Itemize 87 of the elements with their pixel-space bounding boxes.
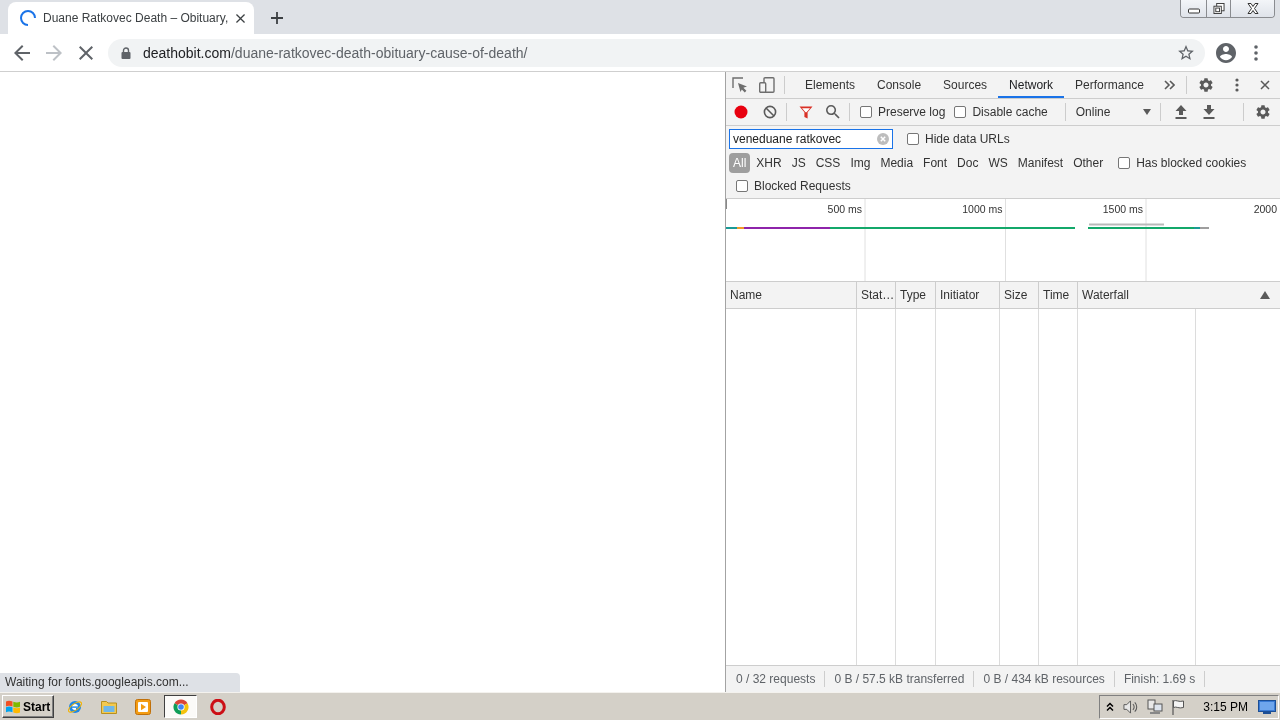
filter-field[interactable]: veneduane ratkovec bbox=[729, 129, 893, 149]
type-filter-button[interactable]: JS bbox=[787, 153, 810, 173]
restore-icon bbox=[1212, 3, 1225, 14]
checkbox-label: Preserve log bbox=[878, 105, 946, 119]
avatar-icon[interactable] bbox=[1216, 42, 1236, 63]
panel-tab[interactable]: Sources bbox=[932, 72, 999, 98]
status-bubble: Waiting for fonts.googleapis.com... bbox=[0, 673, 240, 692]
clock-text[interactable]: 3:15 PM bbox=[1203, 699, 1248, 714]
circle-logo-icon bbox=[172, 698, 189, 715]
column-header[interactable]: Waterfall bbox=[1078, 282, 1280, 308]
close-icon[interactable] bbox=[236, 13, 245, 23]
caret-icon bbox=[1142, 109, 1151, 115]
checkbox-label: Blocked Requests bbox=[754, 179, 851, 193]
network-icon[interactable] bbox=[1147, 698, 1164, 715]
settings-icon[interactable] bbox=[1256, 105, 1270, 119]
cross-icon[interactable] bbox=[79, 45, 93, 60]
type-filter-button[interactable]: Doc bbox=[953, 153, 983, 173]
speaker-icon[interactable] bbox=[1123, 698, 1140, 715]
type-filter-button[interactable]: CSS bbox=[811, 153, 845, 173]
plus-icon[interactable] bbox=[271, 12, 283, 24]
folder-icon bbox=[101, 698, 117, 715]
start-button[interactable]: Start bbox=[2, 695, 54, 718]
taskbar-button[interactable] bbox=[164, 695, 197, 718]
column-header[interactable]: Time bbox=[1039, 282, 1078, 308]
double-chevron-icon[interactable] bbox=[1106, 701, 1115, 712]
throttling-dropdown[interactable]: Online bbox=[1074, 105, 1151, 119]
type-filter-button[interactable]: WS bbox=[984, 153, 1012, 173]
play-icon bbox=[135, 698, 151, 715]
restore-button[interactable] bbox=[1207, 0, 1231, 17]
summary-text: 0 / 32 requests bbox=[727, 671, 826, 687]
checkbox[interactable] bbox=[907, 133, 919, 145]
star-icon[interactable] bbox=[1178, 45, 1194, 60]
column-header[interactable]: Name bbox=[726, 282, 857, 308]
letter-o-icon bbox=[210, 698, 226, 715]
type-filter-button[interactable]: Media bbox=[876, 153, 918, 173]
type-filter-button[interactable]: Manifest bbox=[1013, 153, 1068, 173]
monitor-icon[interactable] bbox=[1258, 699, 1276, 714]
checkbox-label: Hide data URLs bbox=[925, 132, 1010, 146]
download-icon[interactable] bbox=[1202, 105, 1215, 119]
kebab-menu-icon[interactable] bbox=[1254, 44, 1258, 61]
close-icon[interactable] bbox=[1260, 80, 1270, 90]
panel-tab[interactable]: Console bbox=[866, 72, 933, 98]
type-filter-button[interactable]: Font bbox=[919, 153, 952, 173]
tick-label: 2000 bbox=[1253, 203, 1277, 215]
summary-text: 0 B / 434 kB resources bbox=[974, 671, 1115, 687]
back-arrow-icon[interactable] bbox=[14, 44, 30, 61]
tick-label: 500 ms bbox=[827, 203, 862, 215]
address-bar[interactable]: deathobit.com/duane-ratkovec-death-obituary-cause-of-death/ bbox=[108, 38, 1205, 67]
sort-triangle-icon[interactable] bbox=[1260, 291, 1270, 299]
settings-icon[interactable] bbox=[1199, 78, 1213, 92]
close-button[interactable] bbox=[1231, 0, 1274, 17]
device-icon[interactable] bbox=[759, 77, 775, 93]
checkbox[interactable] bbox=[736, 180, 748, 192]
column-header[interactable]: Size bbox=[1000, 282, 1039, 308]
url-text: deathobit.com/duane-ratkovec-death-obituary-cause-of-death/ bbox=[143, 44, 528, 61]
close-icon bbox=[1246, 3, 1259, 14]
cursor-select-icon[interactable] bbox=[732, 77, 748, 93]
ban-icon[interactable] bbox=[763, 105, 777, 119]
lock-icon bbox=[121, 46, 131, 59]
summary-text: Finish: 1.69 s bbox=[1114, 671, 1206, 687]
type-filter-button[interactable]: XHR bbox=[752, 153, 786, 173]
summary-text: 0 B / 57.5 kB transferred bbox=[825, 671, 975, 687]
upload-icon[interactable] bbox=[1174, 105, 1187, 119]
column-header[interactable]: Stat… bbox=[857, 282, 896, 308]
checkbox[interactable] bbox=[954, 106, 967, 118]
column-header[interactable]: Initiator bbox=[936, 282, 1000, 308]
letter-e-icon bbox=[67, 698, 83, 715]
column-header[interactable]: Type bbox=[896, 282, 936, 308]
tick-label: 1500 ms bbox=[1102, 203, 1143, 215]
checkbox[interactable] bbox=[860, 106, 872, 118]
tick-label: 1000 ms bbox=[962, 203, 1003, 215]
filter-icon[interactable] bbox=[799, 105, 813, 119]
minimize-icon bbox=[1187, 8, 1200, 14]
double-chevron-icon[interactable] bbox=[1163, 80, 1175, 90]
tab-title: Duane Ratkovec Death – Obituary, bbox=[43, 11, 229, 25]
kebab-menu-icon[interactable] bbox=[1235, 78, 1239, 92]
type-filter-button[interactable]: Other bbox=[1069, 153, 1108, 173]
checkbox-label: Disable cache bbox=[972, 105, 1048, 119]
checkbox-label: Has blocked cookies bbox=[1136, 156, 1247, 170]
panel-tab[interactable]: Elements bbox=[794, 72, 867, 98]
browser-tab[interactable]: Duane Ratkovec Death – Obituary, bbox=[8, 2, 254, 34]
checkbox[interactable] bbox=[1118, 157, 1131, 169]
record-icon[interactable] bbox=[734, 105, 748, 119]
type-filter-button[interactable]: Img bbox=[846, 153, 875, 173]
flag-logo-icon bbox=[5, 698, 21, 715]
search-icon[interactable] bbox=[826, 105, 840, 119]
panel-tab[interactable]: Performance bbox=[1064, 72, 1155, 98]
